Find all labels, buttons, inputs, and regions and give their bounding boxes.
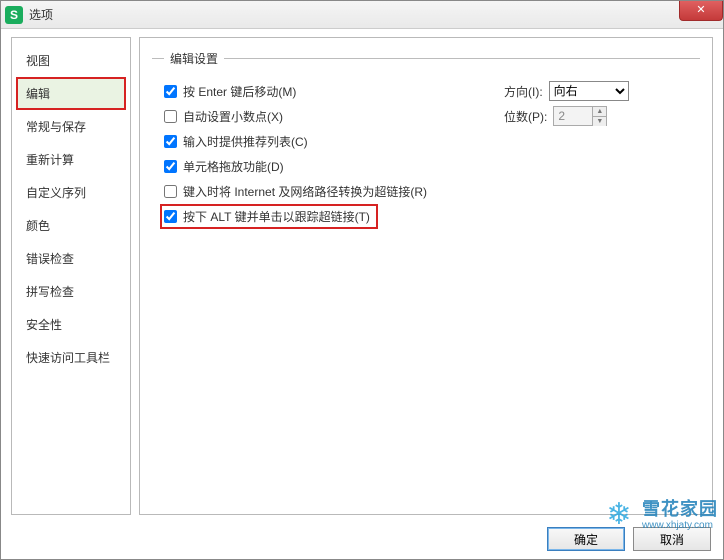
checkbox-alt-click-hyperlink[interactable] xyxy=(164,210,177,223)
label-auto-hyperlink: 键入时将 Internet 及网络路径转换为超链接(R) xyxy=(183,183,427,200)
edit-settings-group: 编辑设置 按 Enter 键后移动(M) 方向(I): 向右 自动设置小数点(X… xyxy=(152,50,700,234)
titlebar: S 选项 ✕ xyxy=(1,1,723,29)
label-auto-decimal: 自动设置小数点(X) xyxy=(183,108,283,125)
sidebar-item-spell-check[interactable]: 拼写检查 xyxy=(16,275,126,308)
highlight-alt-click: 按下 ALT 键并单击以跟踪超链接(T) xyxy=(160,204,378,229)
spinner-down-icon[interactable]: ▼ xyxy=(593,117,606,126)
app-icon: S xyxy=(5,6,23,24)
sidebar-item-qat[interactable]: 快速访问工具栏 xyxy=(16,341,126,374)
dialog-footer: 确定 取消 xyxy=(1,519,723,559)
sidebar-item-security[interactable]: 安全性 xyxy=(16,308,126,341)
label-drag-fill: 单元格拖放功能(D) xyxy=(183,158,284,175)
checkbox-auto-hyperlink[interactable] xyxy=(164,185,177,198)
label-suggest-list: 输入时提供推荐列表(C) xyxy=(183,133,308,150)
sidebar-item-error-check[interactable]: 错误检查 xyxy=(16,242,126,275)
label-places: 位数(P): xyxy=(504,108,547,125)
close-button[interactable]: ✕ xyxy=(679,1,723,21)
sidebar-item-custom-lists[interactable]: 自定义序列 xyxy=(16,176,126,209)
select-direction[interactable]: 向右 xyxy=(549,81,629,101)
label-alt-click-hyperlink: 按下 ALT 键并单击以跟踪超链接(T) xyxy=(183,208,370,225)
content-panel: 编辑设置 按 Enter 键后移动(M) 方向(I): 向右 自动设置小数点(X… xyxy=(139,37,713,515)
spinner-places-input[interactable] xyxy=(554,107,592,125)
options-dialog: S 选项 ✕ 视图 编辑 常规与保存 重新计算 自定义序列 颜色 错误检查 拼写… xyxy=(0,0,724,560)
spinner-places[interactable]: ▲ ▼ xyxy=(553,106,607,126)
group-legend: 编辑设置 xyxy=(164,50,224,67)
sidebar: 视图 编辑 常规与保存 重新计算 自定义序列 颜色 错误检查 拼写检查 安全性 … xyxy=(11,37,131,515)
sidebar-item-general-save[interactable]: 常规与保存 xyxy=(16,110,126,143)
sidebar-item-edit[interactable]: 编辑 xyxy=(16,77,126,110)
spinner-up-icon[interactable]: ▲ xyxy=(593,107,606,117)
checkbox-enter-move[interactable] xyxy=(164,85,177,98)
cancel-button[interactable]: 取消 xyxy=(633,527,711,551)
sidebar-item-recalc[interactable]: 重新计算 xyxy=(16,143,126,176)
sidebar-item-view[interactable]: 视图 xyxy=(16,44,126,77)
label-enter-move: 按 Enter 键后移动(M) xyxy=(183,83,296,100)
ok-button[interactable]: 确定 xyxy=(547,527,625,551)
sidebar-item-color[interactable]: 颜色 xyxy=(16,209,126,242)
checkbox-auto-decimal[interactable] xyxy=(164,110,177,123)
checkbox-suggest-list[interactable] xyxy=(164,135,177,148)
window-title: 选项 xyxy=(29,6,53,23)
checkbox-drag-fill[interactable] xyxy=(164,160,177,173)
label-direction: 方向(I): xyxy=(504,83,543,100)
